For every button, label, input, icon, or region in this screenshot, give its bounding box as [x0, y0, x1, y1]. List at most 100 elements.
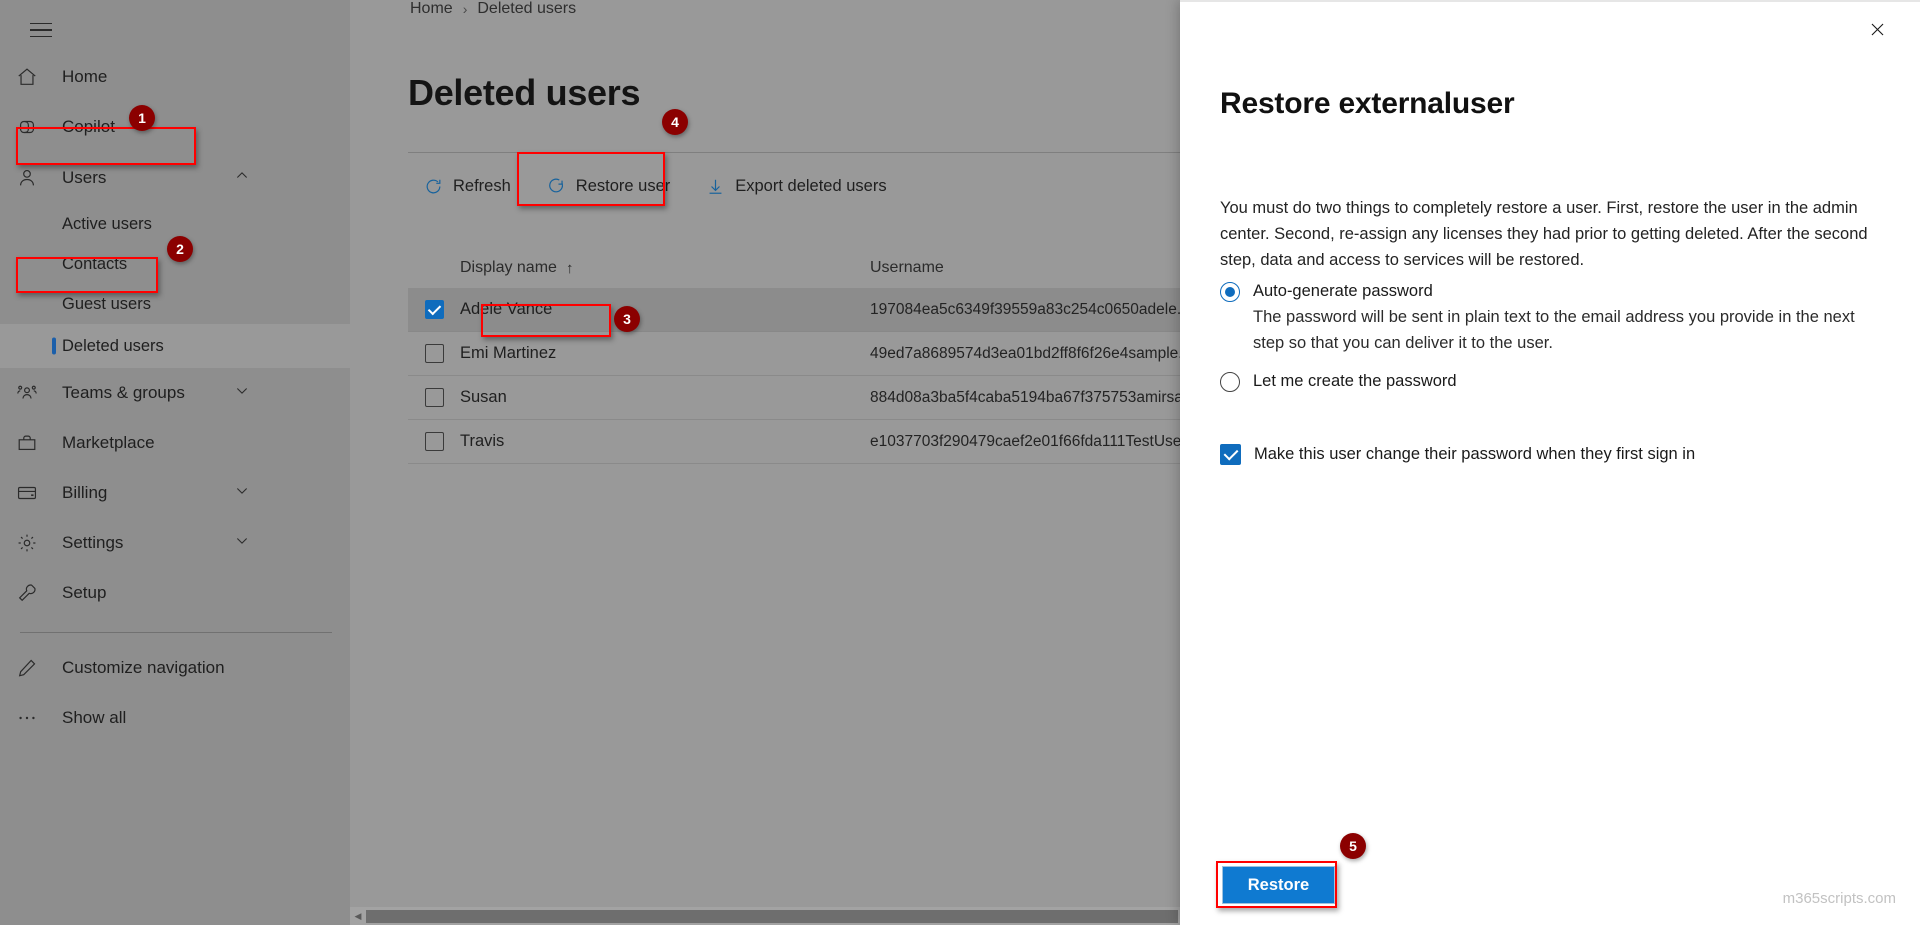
- table-row[interactable]: Travis e1037703f290479caef2e01f66fda111T…: [408, 420, 1180, 464]
- breadcrumb-home[interactable]: Home: [410, 0, 453, 18]
- panel-top-border: [1180, 0, 1920, 2]
- table-header-display-name[interactable]: Display name ↑: [460, 259, 870, 277]
- home-icon: [16, 64, 50, 90]
- sidebar-item-label: Copilot: [62, 117, 115, 137]
- radio-button[interactable]: [1220, 372, 1240, 392]
- toolbar-restore-user[interactable]: Restore user: [527, 164, 690, 208]
- row-checkbox-cell[interactable]: [408, 388, 460, 407]
- scroll-left-arrow-icon[interactable]: ◀: [350, 907, 366, 925]
- sidebar-item-label: Home: [62, 67, 107, 87]
- sidebar-item-contacts[interactable]: Contacts: [0, 244, 350, 284]
- column-label: Username: [870, 259, 944, 276]
- row-checkbox[interactable]: [425, 432, 444, 451]
- scrollbar-thumb[interactable]: [366, 910, 1178, 923]
- sidebar-item-setup[interactable]: Setup: [0, 568, 350, 618]
- sidebar-item-home[interactable]: Home: [0, 52, 350, 102]
- toolbar-export-deleted-users[interactable]: Export deleted users: [690, 164, 902, 208]
- table-header-username[interactable]: Username: [870, 259, 1180, 277]
- sidebar-item-active-users[interactable]: Active users: [0, 204, 350, 244]
- chevron-down-icon[interactable]: [234, 383, 250, 404]
- table-cell-username: 49ed7a8689574d3ea01bd2ff8f6f26e4sample.: [870, 345, 1180, 363]
- username-value: 197084ea5c6349f39559a83c254c0650adele.v: [870, 301, 1180, 318]
- sidebar-item-teams-groups[interactable]: Teams & groups: [0, 368, 350, 418]
- chevron-up-icon[interactable]: [234, 168, 250, 189]
- radio-option-let-me-create-password[interactable]: Let me create the password: [1220, 370, 1457, 392]
- force-password-change-checkbox-row[interactable]: Make this user change their password whe…: [1220, 444, 1695, 465]
- username-value: 49ed7a8689574d3ea01bd2ff8f6f26e4sample.: [870, 345, 1180, 362]
- sidebar-subitem-label: Guest users: [62, 295, 151, 314]
- sidebar-item-copilot[interactable]: Copilot: [0, 102, 350, 152]
- table-row[interactable]: Susan 884d08a3ba5f4caba5194ba67f375753am…: [408, 376, 1180, 420]
- sidebar-divider: [20, 632, 332, 633]
- row-checkbox-cell[interactable]: [408, 300, 460, 319]
- sort-ascending-icon: ↑: [566, 260, 574, 277]
- breadcrumb-current: Deleted users: [477, 0, 576, 18]
- sidebar-item-users[interactable]: Users: [0, 152, 350, 204]
- sidebar-item-show-all[interactable]: Show all: [0, 693, 350, 743]
- close-icon[interactable]: [1860, 12, 1894, 46]
- row-checkbox[interactable]: [425, 344, 444, 363]
- display-name-value: Travis: [460, 432, 504, 451]
- table-cell-username: e1037703f290479caef2e01f66fda111TestUse: [870, 433, 1180, 451]
- table-cell-adele-vance[interactable]: Adele Vance: [460, 300, 870, 319]
- sidebar-subitem-label: Contacts: [62, 255, 127, 274]
- download-icon: [706, 177, 725, 196]
- radio-option-auto-generate-password[interactable]: Auto-generate password The password will…: [1220, 280, 1883, 356]
- panel-restore-button[interactable]: Restore: [1222, 866, 1335, 904]
- sidebar-item-guest-users[interactable]: Guest users: [0, 284, 350, 324]
- breadcrumb-separator-icon: ›: [463, 1, 468, 17]
- sidebar-nav-list: Home Copilot: [0, 52, 350, 743]
- sidebar-item-billing[interactable]: Billing: [0, 468, 350, 518]
- sidebar-item-settings[interactable]: Settings: [0, 518, 350, 568]
- table-row[interactable]: Adele Vance 197084ea5c6349f39559a83c254c…: [408, 288, 1180, 332]
- radio-button[interactable]: [1220, 282, 1240, 302]
- panel-restore-button-label: Restore: [1248, 876, 1309, 895]
- bag-icon: [16, 430, 50, 456]
- display-name-value: Adele Vance: [460, 300, 552, 319]
- radio-option-body: Auto-generate password The password will…: [1253, 280, 1883, 356]
- sidebar-subitem-label: Active users: [62, 215, 152, 234]
- row-checkbox[interactable]: [425, 300, 444, 319]
- username-value: 884d08a3ba5f4caba5194ba67f375753amirsa: [870, 389, 1180, 406]
- pencil-icon: [16, 655, 50, 681]
- horizontal-scrollbar[interactable]: ◀: [350, 907, 1180, 925]
- panel-title: Restore externaluser: [1220, 87, 1514, 121]
- toolbar-divider: [408, 152, 1180, 153]
- ellipsis-icon: [16, 705, 50, 731]
- watermark: m365scripts.com: [1783, 890, 1896, 907]
- main-content: Home › Deleted users Deleted users Refre…: [350, 0, 1180, 925]
- sidebar-item-marketplace[interactable]: Marketplace: [0, 418, 350, 468]
- table-row[interactable]: Emi Martinez 49ed7a8689574d3ea01bd2ff8f6…: [408, 332, 1180, 376]
- row-checkbox[interactable]: [425, 388, 444, 407]
- radio-option-description: The password will be sent in plain text …: [1253, 304, 1883, 356]
- sidebar-item-label: Users: [62, 168, 106, 188]
- chevron-down-icon[interactable]: [234, 483, 250, 504]
- table-cell-display-name[interactable]: Travis: [460, 432, 870, 451]
- restore-icon: [547, 177, 566, 196]
- table-cell-display-name[interactable]: Susan: [460, 388, 870, 407]
- sidebar-subitem-label: Deleted users: [62, 337, 164, 356]
- table-cell-display-name[interactable]: Emi Martinez: [460, 344, 870, 363]
- wrench-icon: [16, 580, 50, 606]
- display-name-value: Susan: [460, 388, 507, 407]
- force-password-change-checkbox[interactable]: [1220, 444, 1241, 465]
- toolbar-refresh[interactable]: Refresh: [408, 164, 527, 208]
- hamburger-icon[interactable]: [20, 12, 62, 48]
- column-label: Display name: [460, 259, 557, 277]
- row-checkbox-cell[interactable]: [408, 432, 460, 451]
- chevron-down-icon[interactable]: [234, 533, 250, 554]
- force-password-change-label: Make this user change their password whe…: [1254, 445, 1695, 464]
- sidebar-item-label: Marketplace: [62, 433, 155, 453]
- table-header-row: Display name ↑ Username: [408, 248, 1180, 288]
- sidebar-item-customize-navigation[interactable]: Customize navigation: [0, 643, 350, 693]
- card-icon: [16, 480, 50, 506]
- sidebar-item-label: Billing: [62, 483, 107, 503]
- table-cell-username: 884d08a3ba5f4caba5194ba67f375753amirsa: [870, 389, 1180, 407]
- restore-user-panel: Restore externaluser You must do two thi…: [1180, 0, 1920, 925]
- row-checkbox-cell[interactable]: [408, 344, 460, 363]
- toolbar-button-label: Restore user: [576, 177, 670, 196]
- sidebar-item-label: Settings: [62, 533, 123, 553]
- copilot-icon: [16, 114, 50, 140]
- sidebar-item-deleted-users[interactable]: Deleted users: [0, 324, 350, 368]
- radio-option-label: Auto-generate password: [1253, 282, 1433, 300]
